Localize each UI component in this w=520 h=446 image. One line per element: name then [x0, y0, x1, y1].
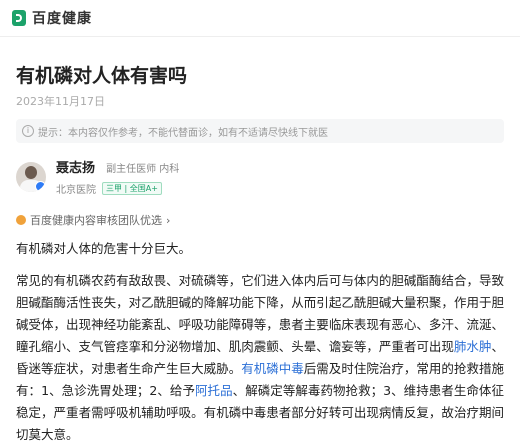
- hospital-rank-badge: 三甲 | 全国A+: [102, 182, 162, 195]
- link-atropine[interactable]: 阿托品: [195, 383, 233, 398]
- review-label[interactable]: 百度健康内容审核团队优选: [30, 212, 162, 228]
- doctor-role: 副主任医师 内科: [106, 164, 180, 175]
- badge-icon: [16, 215, 26, 225]
- disclaimer-bar: i 提示：本内容仅作参考，不能代替面诊，如有不适请尽快线下就医: [16, 119, 504, 143]
- doctor-name[interactable]: 聂志扬: [56, 161, 95, 176]
- link-pulmonary-edema[interactable]: 肺水肿: [454, 339, 492, 354]
- article-body: 常见的有机磷农药有敌敌畏、对硫磷等，它们进入体内后可与体内的胆碱酯酶结合，导致胆…: [16, 270, 504, 446]
- disclaimer-text: 提示：本内容仅作参考，不能代替面诊，如有不适请尽快线下就医: [38, 127, 328, 139]
- publish-date: 2023年11月17日: [16, 95, 105, 108]
- link-organophosphate-poisoning[interactable]: 有机磷中毒: [241, 361, 304, 376]
- info-icon: i: [22, 125, 34, 137]
- verified-icon: [35, 180, 46, 192]
- article-container: 有机磷对人体有害吗 2023年11月17日 i 提示：本内容仅作参考，不能代替面…: [0, 63, 520, 446]
- brand-name[interactable]: 百度健康: [32, 8, 92, 28]
- article-summary: 有机磷对人体的危害十分巨大。: [16, 241, 192, 256]
- doctor-avatar[interactable]: [16, 161, 46, 192]
- page-title: 有机磷对人体有害吗: [16, 65, 188, 87]
- doctor-info: 聂志扬 副主任医师 内科 北京医院 三甲 | 全国A+: [56, 157, 179, 196]
- review-link[interactable]: 百度健康内容审核团队优选 ›: [16, 212, 504, 228]
- baidu-health-logo-icon[interactable]: [12, 10, 26, 26]
- doctor-card[interactable]: 聂志扬 副主任医师 内科 北京医院 三甲 | 全国A+: [16, 157, 504, 196]
- top-bar: 百度健康: [0, 0, 520, 37]
- hospital-name: 北京医院: [56, 185, 96, 196]
- chevron-right-icon: ›: [166, 213, 171, 227]
- body-text-1: 常见的有机磷农药有敌敌畏、对硫磷等，它们进入体内后可与体内的胆碱酯酶结合，导致胆…: [16, 273, 504, 354]
